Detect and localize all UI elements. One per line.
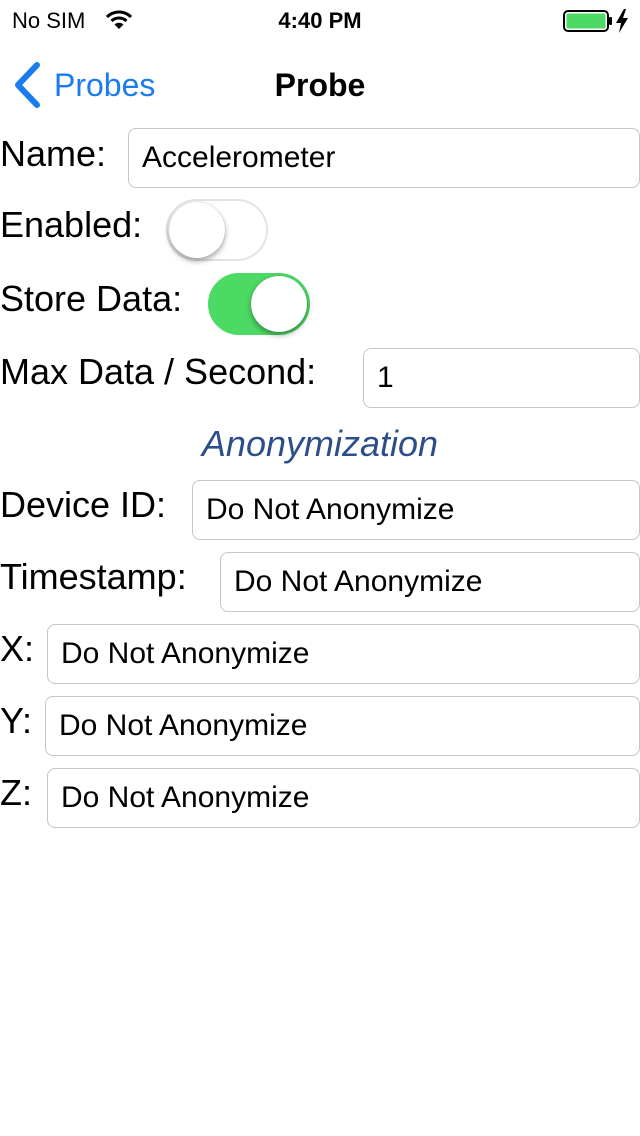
- timestamp-label: Timestamp:: [0, 556, 187, 597]
- battery-icon: [563, 10, 612, 32]
- enabled-label: Enabled:: [0, 204, 143, 245]
- store-data-toggle[interactable]: [208, 273, 310, 335]
- name-label: Name:: [0, 133, 107, 174]
- enabled-toggle[interactable]: [166, 199, 268, 261]
- page-title: Probe: [274, 67, 366, 103]
- toggle-knob: [169, 202, 225, 258]
- x-label: X:: [0, 628, 35, 669]
- store-data-label: Store Data:: [0, 278, 183, 319]
- y-select[interactable]: Do Not Anonymize: [45, 696, 640, 756]
- device-id-select[interactable]: Do Not Anonymize: [192, 480, 640, 540]
- z-select[interactable]: Do Not Anonymize: [47, 768, 640, 828]
- status-time: 4:40 PM: [278, 8, 362, 33]
- max-data-label: Max Data / Second:: [0, 351, 317, 392]
- name-field[interactable]: Accelerometer: [128, 128, 640, 188]
- y-label: Y:: [0, 700, 33, 741]
- charging-bolt-icon: [616, 9, 628, 33]
- timestamp-select[interactable]: Do Not Anonymize: [220, 552, 640, 612]
- toggle-knob: [251, 276, 307, 332]
- max-data-field[interactable]: 1: [363, 348, 640, 408]
- x-select[interactable]: Do Not Anonymize: [47, 624, 640, 684]
- device-id-label: Device ID:: [0, 484, 167, 525]
- z-label: Z:: [0, 772, 32, 813]
- anonymization-section-title: Anonymization: [201, 423, 439, 464]
